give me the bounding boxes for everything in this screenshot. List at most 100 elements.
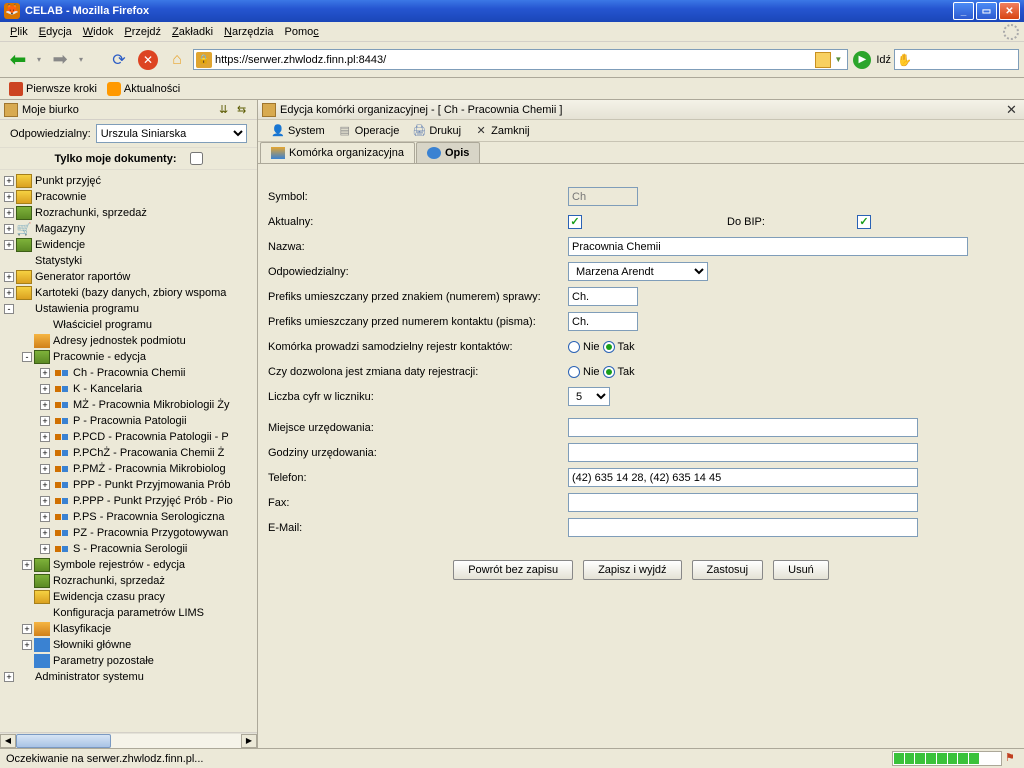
reload-button[interactable]: ⟳ xyxy=(106,47,132,73)
miejsce-input[interactable] xyxy=(568,418,918,437)
url-dropdown[interactable]: ▼ xyxy=(831,55,845,64)
tree-toggle[interactable]: + xyxy=(22,560,32,570)
tree-node[interactable]: +Symbole rejestrów - edycja xyxy=(2,557,255,573)
forward-button[interactable]: ➡ xyxy=(47,47,73,73)
tree-node[interactable]: Ewidencja czasu pracy xyxy=(2,589,255,605)
tree-node[interactable]: +P.PPP - Punkt Przyjęć Prób - Pio xyxy=(2,493,255,509)
menu-zakladki[interactable]: Zakładki xyxy=(167,24,218,40)
tab-opis[interactable]: Opis xyxy=(416,142,480,163)
status-icon[interactable]: ⚑ xyxy=(1005,751,1021,767)
back-dropdown[interactable]: ▾ xyxy=(34,47,44,73)
liczba-select[interactable]: 5 xyxy=(568,387,610,406)
tree-node[interactable]: +K - Kancelaria xyxy=(2,381,255,397)
tree-toggle[interactable]: + xyxy=(4,672,14,682)
tree-toggle[interactable]: + xyxy=(4,176,14,186)
zapisz-button[interactable]: Zapisz i wyjdź xyxy=(583,560,681,580)
tree-node[interactable]: +P.PS - Pracownia Serologiczna xyxy=(2,509,255,525)
menu-narzedzia[interactable]: Narzędzia xyxy=(219,24,279,40)
rejestr-nie[interactable] xyxy=(568,341,580,353)
nazwa-input[interactable] xyxy=(568,237,968,256)
tree-toggle[interactable]: + xyxy=(40,496,50,506)
tree-node[interactable]: +Rozrachunki, sprzedaż xyxy=(2,205,255,221)
tree-node[interactable]: +P.PChŻ - Pracowania Chemii Ż xyxy=(2,445,255,461)
tree-node[interactable]: +P.PMŻ - Pracownia Mikrobiolog xyxy=(2,461,255,477)
url-input[interactable] xyxy=(215,54,815,66)
tree-toggle[interactable]: + xyxy=(40,368,50,378)
tree-node[interactable]: +Administrator systemu xyxy=(2,669,255,685)
menu-przejdz[interactable]: Przejdź xyxy=(119,24,166,40)
tree-toggle[interactable]: + xyxy=(4,240,14,250)
menu-widok[interactable]: Widok xyxy=(78,24,119,40)
tree-toggle[interactable]: + xyxy=(40,400,50,410)
home-button[interactable]: ⌂ xyxy=(164,47,190,73)
tree-toggle[interactable]: + xyxy=(40,480,50,490)
tree-toggle[interactable]: + xyxy=(4,192,14,202)
tree-node[interactable]: +Klasyfikacje xyxy=(2,621,255,637)
tree-node[interactable]: +PPP - Punkt Przyjmowania Prób xyxy=(2,477,255,493)
tree-node[interactable]: +P - Pracownia Patologii xyxy=(2,413,255,429)
tree-node[interactable]: +Pracownie xyxy=(2,189,255,205)
toolbar-zamknij[interactable]: ✕Zamknij xyxy=(469,123,535,139)
tree-node[interactable]: -Ustawienia programu xyxy=(2,301,255,317)
tree-node[interactable]: Adresy jednostek podmiotu xyxy=(2,333,255,349)
godziny-input[interactable] xyxy=(568,443,918,462)
email-input[interactable] xyxy=(568,518,918,537)
stop-button[interactable]: ✕ xyxy=(135,47,161,73)
tree-toggle[interactable]: + xyxy=(40,544,50,554)
tree-toggle[interactable]: + xyxy=(40,464,50,474)
tree-toggle[interactable]: + xyxy=(4,272,14,282)
minimize-button[interactable]: _ xyxy=(953,2,974,20)
tree-toggle[interactable]: + xyxy=(4,224,14,234)
tree-node[interactable]: Konfiguracja parametrów LIMS xyxy=(2,605,255,621)
prefix1-input[interactable] xyxy=(568,287,638,306)
fwd-dropdown[interactable]: ▾ xyxy=(76,47,86,73)
tree-node[interactable]: +🛒Magazyny xyxy=(2,221,255,237)
zmiana-tak[interactable] xyxy=(603,366,615,378)
tree-toggle[interactable]: + xyxy=(22,640,32,650)
tree-scrollbar[interactable]: ◀ ▶ xyxy=(0,732,257,748)
usun-button[interactable]: Usuń xyxy=(773,560,829,580)
bookmark-pierwsze-kroki[interactable]: Pierwsze kroki xyxy=(5,80,101,98)
tree-node[interactable]: +P.PCD - Pracownia Patologii - P xyxy=(2,429,255,445)
tree-toggle[interactable]: + xyxy=(22,624,32,634)
tree-toggle[interactable]: + xyxy=(4,208,14,218)
tree-toggle[interactable]: + xyxy=(40,432,50,442)
search-box[interactable]: ✋ xyxy=(894,49,1019,70)
scroll-thumb[interactable] xyxy=(16,734,111,748)
prefix2-input[interactable] xyxy=(568,312,638,331)
zastosuj-button[interactable]: Zastosuj xyxy=(692,560,764,580)
tree-node[interactable]: Parametry pozostałe xyxy=(2,653,255,669)
close-button[interactable]: ✕ xyxy=(999,2,1020,20)
tree-toggle[interactable]: + xyxy=(40,512,50,522)
rejestr-tak[interactable] xyxy=(603,341,615,353)
panel-btn-2[interactable]: ⇆ xyxy=(237,103,253,117)
fax-input[interactable] xyxy=(568,493,918,512)
odp-select[interactable]: Marzena Arendt xyxy=(568,262,708,281)
tree-node[interactable]: +Kartoteki (bazy danych, zbiory wspoma xyxy=(2,285,255,301)
tree-node[interactable]: Rozrachunki, sprzedaż xyxy=(2,573,255,589)
tree-node[interactable]: -Pracownie - edycja xyxy=(2,349,255,365)
search-engine-icon[interactable]: ✋ xyxy=(897,53,912,67)
aktualny-checkbox[interactable]: ✓ xyxy=(568,215,582,229)
panel-btn-1[interactable]: ⇊ xyxy=(219,103,235,117)
tree-toggle[interactable]: - xyxy=(22,352,32,362)
tree-toggle[interactable]: + xyxy=(40,384,50,394)
tree-toggle[interactable]: - xyxy=(4,304,14,314)
tree-toggle[interactable]: + xyxy=(40,528,50,538)
go-button[interactable]: ▶ xyxy=(853,51,871,69)
tree-node[interactable]: Właściciel programu xyxy=(2,317,255,333)
tree-toggle[interactable]: + xyxy=(40,448,50,458)
tree-node[interactable]: +MŻ - Pracownia Mikrobiologii Ży xyxy=(2,397,255,413)
toolbar-system[interactable]: 👤System xyxy=(266,123,330,139)
odpowiedzialny-select[interactable]: Urszula Siniarska xyxy=(96,124,247,143)
back-button[interactable]: ⬅ xyxy=(5,47,31,73)
telefon-input[interactable] xyxy=(568,468,918,487)
tree-toggle[interactable]: + xyxy=(40,416,50,426)
scroll-right-button[interactable]: ▶ xyxy=(241,734,257,748)
url-bar[interactable]: 🔒 ▼ xyxy=(193,49,848,70)
tree-node[interactable]: +Generator raportów xyxy=(2,269,255,285)
powrot-button[interactable]: Powrót bez zapisu xyxy=(453,560,573,580)
tree-toggle[interactable]: + xyxy=(4,288,14,298)
bookmark-aktualnosci[interactable]: Aktualności xyxy=(103,80,184,98)
tree-node[interactable]: +PZ - Pracownia Przygotowywan xyxy=(2,525,255,541)
